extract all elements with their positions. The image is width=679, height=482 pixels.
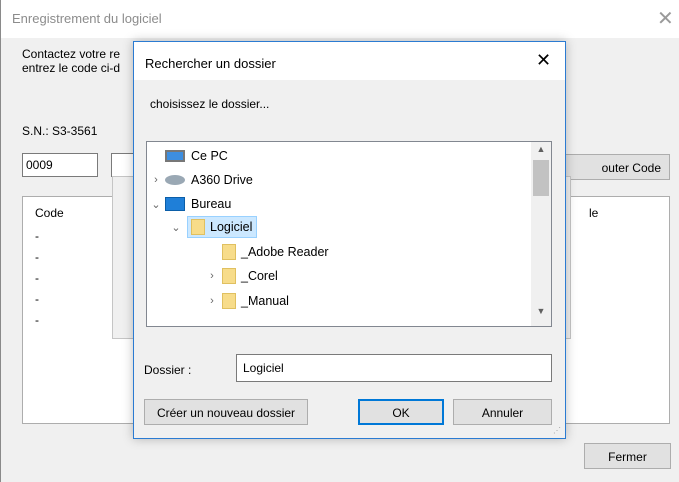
tree-item-a360-drive[interactable]: › A360 Drive <box>149 169 253 191</box>
folder-icon <box>222 244 236 260</box>
scroll-down-icon[interactable]: ▼ <box>531 306 551 322</box>
desktop-icon <box>165 197 185 211</box>
tree-item-label: _Corel <box>241 269 278 283</box>
tree-item-ce-pc[interactable]: Ce PC <box>149 145 228 167</box>
close-icon[interactable]: ✕ <box>657 6 674 31</box>
cloud-drive-icon <box>165 175 185 185</box>
serial-number-label: S.N.: S3-3561 <box>22 124 98 138</box>
contact-instructions: Contactez votre re entrez le code ci-d <box>22 47 121 75</box>
chevron-down-icon[interactable]: ⌄ <box>169 221 183 234</box>
folder-icon <box>222 293 236 309</box>
add-code-button[interactable]: outer Code <box>557 154 670 180</box>
tree-item-label: Bureau <box>191 197 232 211</box>
tree-item-corel[interactable]: › _Corel <box>205 265 278 287</box>
dialog-title-bar: Rechercher un dossier ✕ <box>134 42 565 80</box>
folder-field[interactable]: Logiciel <box>236 354 552 382</box>
tree-item-label: Ce PC <box>191 149 228 163</box>
tree-item-label: _Manual <box>241 294 289 308</box>
chevron-right-icon[interactable]: › <box>205 295 219 307</box>
chevron-right-icon[interactable]: › <box>205 270 219 282</box>
scroll-thumb[interactable] <box>533 160 549 196</box>
list-item: - <box>35 250 39 264</box>
tree-item-label: Logiciel <box>210 220 253 234</box>
tree-item-label: A360 Drive <box>191 173 253 187</box>
tree-item-logiciel[interactable]: Logiciel <box>187 216 258 238</box>
computer-icon <box>165 150 185 162</box>
list-item: - <box>35 313 39 327</box>
list-item: - <box>35 271 39 285</box>
chevron-down-icon[interactable]: ⌄ <box>149 198 163 211</box>
tree-item-manual[interactable]: › _Manual <box>205 290 289 312</box>
close-icon[interactable]: ✕ <box>536 50 551 71</box>
tree-item-adobe-reader[interactable]: _Adobe Reader <box>205 241 329 263</box>
new-folder-button[interactable]: Créer un nouveau dossier <box>144 399 308 425</box>
close-button[interactable]: Fermer <box>584 443 671 469</box>
tree-item-logiciel-row[interactable]: ⌄ Logiciel <box>169 216 258 238</box>
dialog-prompt: choisissez le dossier... <box>150 97 270 111</box>
browse-folder-dialog: Rechercher un dossier ✕ choisissez le do… <box>133 41 566 439</box>
folder-icon <box>222 268 236 284</box>
list-item: - <box>35 229 39 243</box>
chevron-right-icon[interactable]: › <box>149 174 163 186</box>
tree-item-label: _Adobe Reader <box>241 245 329 259</box>
ok-button[interactable]: OK <box>358 399 444 425</box>
code-field[interactable]: 0009 <box>22 153 98 177</box>
list-header-code: Code <box>35 206 64 220</box>
list-header-right: le <box>589 206 599 220</box>
scroll-up-icon[interactable]: ▲ <box>531 144 551 160</box>
resize-grip-icon[interactable]: ⋰ <box>553 426 561 435</box>
tree-item-bureau[interactable]: ⌄ Bureau <box>149 193 231 215</box>
folder-tree[interactable]: Ce PC › A360 Drive ⌄ Bureau ⌄ Logiciel _… <box>146 141 552 327</box>
cancel-button[interactable]: Annuler <box>453 399 552 425</box>
folder-icon <box>191 219 205 235</box>
tree-scrollbar[interactable]: ▲ ▼ <box>531 142 551 326</box>
list-item: - <box>35 292 39 306</box>
folder-label: Dossier : <box>144 363 192 377</box>
window-title: Enregistrement du logiciel <box>12 11 162 26</box>
title-bar: Enregistrement du logiciel ✕ <box>1 0 679 38</box>
dialog-title: Rechercher un dossier <box>145 56 276 71</box>
